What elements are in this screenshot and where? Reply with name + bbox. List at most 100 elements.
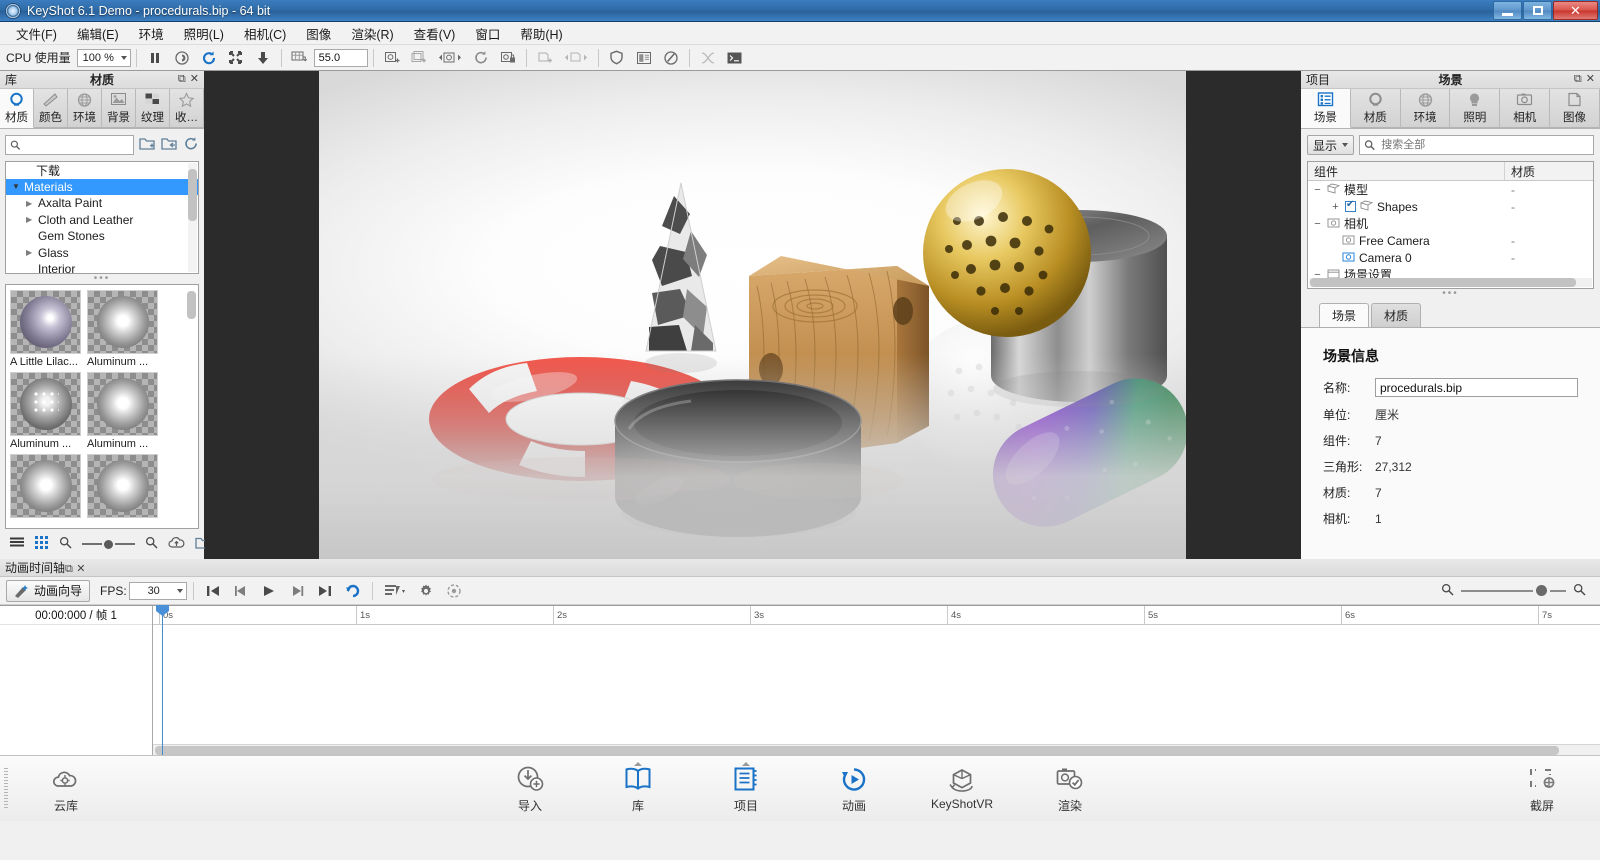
dock-item-animation[interactable]: 动画 <box>810 763 898 814</box>
add-model-set-button[interactable] <box>532 47 558 69</box>
thumbnail-size-slider[interactable] <box>82 540 135 549</box>
project-close-icon[interactable]: ✕ <box>1586 74 1595 85</box>
library-tab-environments[interactable]: 环境 <box>68 89 102 128</box>
menu-item-environment[interactable]: 环境 <box>129 21 174 46</box>
maximize-button[interactable] <box>1523 1 1552 20</box>
tree-item-cloth-and-leather[interactable]: ▶ Cloth and Leather <box>6 212 198 229</box>
dock-item-screenshot[interactable]: 截屏 <box>1498 763 1586 814</box>
dock-item-cloud-library[interactable]: 云库 <box>22 763 110 814</box>
network-button[interactable] <box>695 47 721 69</box>
console-button[interactable] <box>722 47 748 69</box>
menu-item-lighting[interactable]: 照明(L) <box>174 21 234 46</box>
animation-undock-button[interactable]: ⧉ <box>65 563 73 575</box>
menu-item-file[interactable]: 文件(F) <box>6 21 67 46</box>
library-tree-scrollbar[interactable] <box>188 163 197 272</box>
scene-tree-hscrollbar[interactable] <box>1309 278 1592 287</box>
layout-button[interactable] <box>631 47 657 69</box>
cpu-usage-select[interactable]: 100 % <box>77 49 131 67</box>
project-tab-materials[interactable]: 材质 <box>1351 89 1401 128</box>
library-add-folder-button[interactable] <box>139 136 156 154</box>
scene-tree-row-free-camera[interactable]: Free Camera - <box>1308 232 1593 249</box>
lock-camera-button[interactable] <box>495 47 521 69</box>
timeline-zoom-in-button[interactable] <box>1573 583 1586 599</box>
step-forward-button[interactable] <box>284 580 310 602</box>
zoom-out-button[interactable] <box>59 536 72 552</box>
material-thumbnail[interactable] <box>87 454 158 518</box>
library-import-folder-button[interactable] <box>161 136 178 154</box>
project-tab-camera[interactable]: 相机 <box>1500 89 1550 128</box>
chevron-right-icon[interactable]: ▶ <box>26 215 38 224</box>
chevron-right-icon[interactable]: ▶ <box>26 248 38 257</box>
scene-tree-row-cameras[interactable]: − 相机 <box>1308 215 1593 232</box>
collapse-toggle[interactable]: − <box>1312 218 1323 230</box>
dock-item-import[interactable]: 导入 <box>486 763 574 814</box>
animation-wizard-button[interactable]: 动画向导 <box>6 580 90 602</box>
shield-button[interactable] <box>604 47 630 69</box>
material-thumbnail[interactable]: Aluminum ... <box>87 290 158 368</box>
tree-item-downloads[interactable]: 下载 <box>6 162 198 179</box>
show-filter-button[interactable]: 显示 <box>1307 135 1354 155</box>
dock-item-keyshotvr[interactable]: KeyShotVR <box>918 763 1006 814</box>
grid-button[interactable] <box>287 47 313 69</box>
library-tab-backplates[interactable]: 背景 <box>102 89 136 128</box>
fov-input[interactable]: 55.0 <box>314 49 368 67</box>
go-to-start-button[interactable] <box>200 580 226 602</box>
menu-item-render[interactable]: 渲染(R) <box>341 21 403 46</box>
menu-item-camera[interactable]: 相机(C) <box>234 21 296 46</box>
library-tab-colors[interactable]: 颜色 <box>34 89 68 128</box>
library-close-icon[interactable]: ✕ <box>190 74 199 85</box>
project-tab-scene[interactable]: 场景 <box>1301 89 1351 128</box>
project-search-input[interactable] <box>1379 138 1593 152</box>
material-thumbnail[interactable]: A Little Lilac... <box>10 290 81 368</box>
minimize-button[interactable] <box>1493 1 1522 20</box>
camera-prev-next-button[interactable] <box>433 47 467 69</box>
tree-item-interior[interactable]: Interior <box>6 261 198 274</box>
tree-item-glass[interactable]: ▶ Glass <box>6 245 198 262</box>
expand-toggle[interactable]: + <box>1330 201 1341 213</box>
add-camera-button[interactable] <box>379 47 405 69</box>
animation-render-button[interactable] <box>441 580 467 602</box>
menu-item-help[interactable]: 帮助(H) <box>510 21 572 46</box>
timeline-playhead[interactable] <box>162 606 163 755</box>
project-undock-button[interactable]: ⧉ <box>1574 74 1582 85</box>
timeline[interactable]: 00:00:000 / 帧 1 0s 1s 2s 3s 4s 5s 6s 7s <box>0 605 1600 755</box>
visibility-checkbox[interactable] <box>1345 201 1356 212</box>
pause-render-button[interactable] <box>142 47 168 69</box>
chevron-down-icon[interactable]: ▼ <box>12 182 24 191</box>
library-search-input[interactable] <box>25 138 133 152</box>
grid-view-button[interactable] <box>35 536 49 552</box>
import-down-button[interactable] <box>250 47 276 69</box>
chevron-right-icon[interactable]: ▶ <box>26 199 38 208</box>
close-button[interactable]: ✕ <box>1553 1 1598 20</box>
library-tree[interactable]: 下载 ▼ Materials ▶ Axalta Paint ▶ Cloth an… <box>5 161 199 274</box>
menu-item-edit[interactable]: 编辑(E) <box>67 21 129 46</box>
duplicate-camera-button[interactable] <box>406 47 432 69</box>
material-thumbnail[interactable]: Aluminum ... <box>10 372 81 450</box>
cloud-upload-button[interactable] <box>168 536 185 552</box>
scene-tree-row-camera-0[interactable]: Camera 0 - <box>1308 249 1593 266</box>
material-thumbnail[interactable] <box>10 454 81 518</box>
animation-close-icon[interactable]: ✕ <box>76 563 85 575</box>
material-thumbnail[interactable]: Aluminum ... <box>87 372 158 450</box>
project-tab-image[interactable]: 图像 <box>1550 89 1600 128</box>
scene-tree-row-model[interactable]: − 模型 - <box>1308 181 1593 198</box>
render-viewport[interactable] <box>205 71 1300 559</box>
animation-settings-button[interactable] <box>413 580 439 602</box>
subtab-scene[interactable]: 场景 <box>1319 303 1369 327</box>
library-tab-textures[interactable]: 纹理 <box>136 89 170 128</box>
reset-camera-button[interactable] <box>468 47 494 69</box>
project-tab-environment[interactable]: 环境 <box>1401 89 1451 128</box>
library-refresh-button[interactable] <box>183 136 199 154</box>
loop-button[interactable] <box>340 580 366 602</box>
menu-item-image[interactable]: 图像 <box>296 21 341 46</box>
timeline-hscrollbar[interactable] <box>153 744 1600 755</box>
zoom-in-button[interactable] <box>145 536 158 552</box>
scene-name-input[interactable] <box>1375 378 1578 397</box>
go-to-end-button[interactable] <box>312 580 338 602</box>
library-splitter-handle[interactable]: ••• <box>0 274 204 284</box>
dock-item-render[interactable]: 渲染 <box>1026 763 1114 814</box>
render-canvas[interactable] <box>319 71 1186 559</box>
subtab-material[interactable]: 材质 <box>1371 303 1421 327</box>
library-search-box[interactable] <box>5 135 134 155</box>
add-animation-button[interactable] <box>379 580 411 602</box>
